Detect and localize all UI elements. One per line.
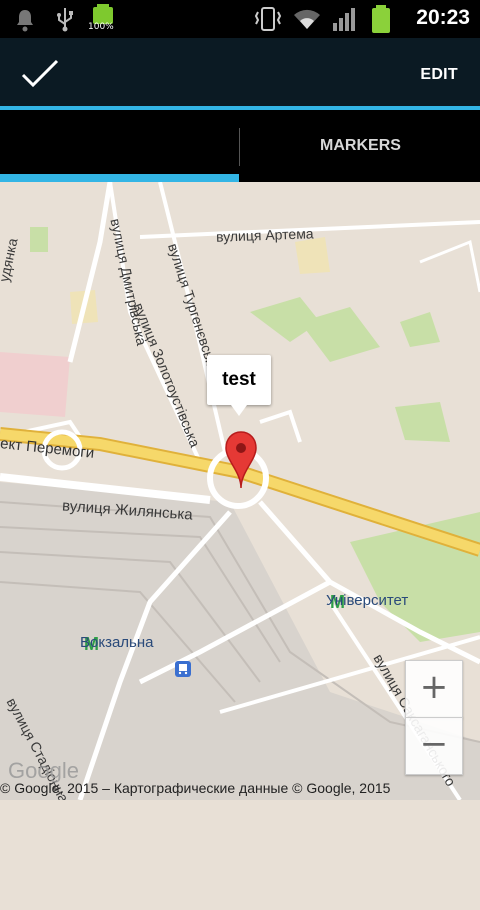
wifi-icon <box>294 9 320 29</box>
tab-markers[interactable]: MARKERS <box>241 110 480 182</box>
map-copyright: © Google, 2015 – Картографические данные… <box>0 780 391 796</box>
marker-info-window[interactable]: test <box>207 355 271 416</box>
bell-icon <box>17 10 33 32</box>
checkmark-icon[interactable] <box>20 58 60 90</box>
marker-pin-icon[interactable] <box>224 430 258 490</box>
action-bar: EDIT <box>0 38 480 110</box>
metro-vokzalna[interactable]: Вокзальна M <box>80 634 154 655</box>
tab-bar: MAP MARKERS <box>0 110 480 336</box>
street-label-artema: вулиця Артема <box>215 225 314 245</box>
status-bar: 100% 20:23 <box>0 0 480 38</box>
train-station-icon <box>175 661 191 677</box>
map-view[interactable]: вулиця Артема вулиця Дмитрівська вулиця … <box>0 182 480 800</box>
battery-charging-icon <box>372 5 390 33</box>
metro-station-name: Вокзальна <box>80 634 154 651</box>
battery-icon <box>93 4 113 24</box>
zoom-out-button[interactable]: − <box>405 717 463 775</box>
usb-icon <box>57 8 73 32</box>
metro-station-name: Університет <box>326 592 409 609</box>
marker-title: test <box>222 369 256 390</box>
tab-selected-indicator <box>0 174 239 182</box>
vibrate-icon <box>254 7 282 31</box>
clock: 20:23 <box>416 6 470 29</box>
tab-divider <box>239 128 240 166</box>
battery-percent: 100% <box>88 22 114 32</box>
edit-button[interactable]: EDIT <box>420 66 458 84</box>
zoom-in-button[interactable]: + <box>405 660 463 718</box>
signal-icon <box>333 8 355 31</box>
metro-universytet[interactable]: Університет M <box>326 592 408 613</box>
